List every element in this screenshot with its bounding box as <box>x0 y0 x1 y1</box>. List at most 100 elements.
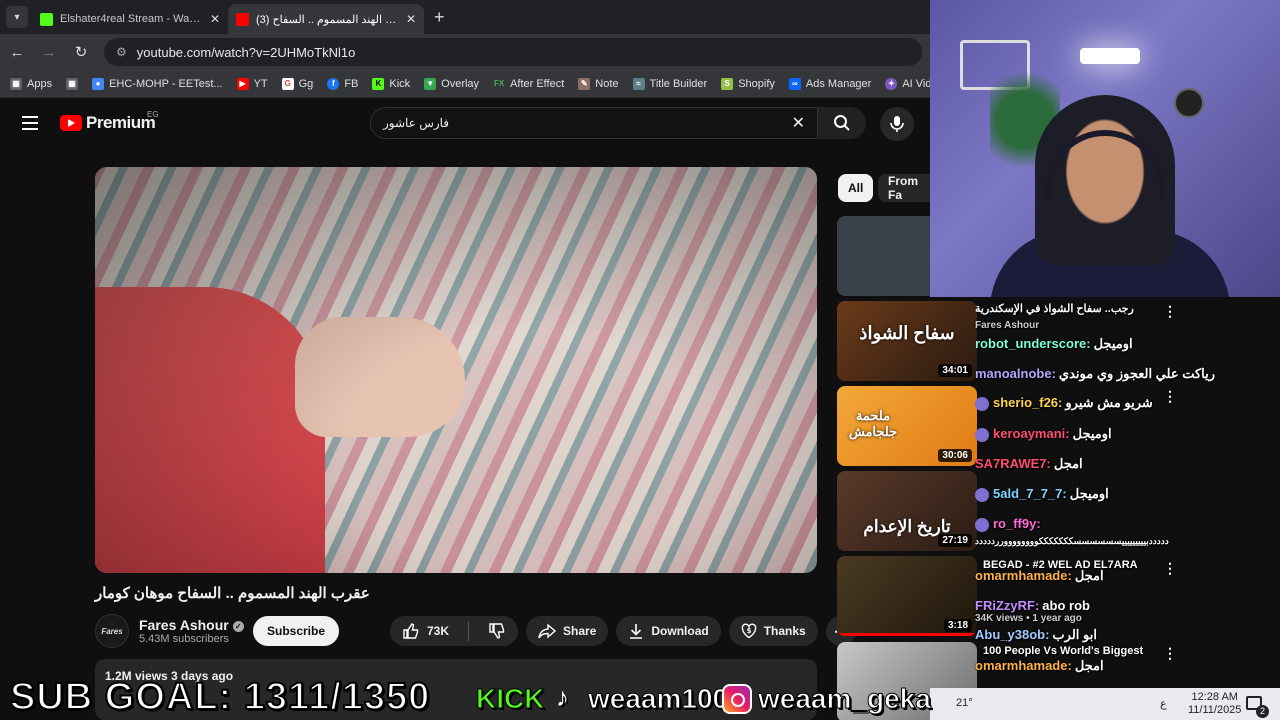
bookmark-title-builder[interactable]: ≈ Title Builder <box>632 77 707 90</box>
clear-search-icon[interactable]: ✕ <box>792 113 805 133</box>
bookmark-fb[interactable]: f FB <box>327 77 358 90</box>
bookmark-kick[interactable]: K Kick <box>372 77 410 90</box>
back-arrow-icon[interactable]: ← <box>8 44 26 61</box>
video-player[interactable] <box>95 167 817 573</box>
video-vignette <box>95 167 817 573</box>
chat-text: امجل <box>1074 568 1104 583</box>
url-bar[interactable]: ⚙ youtube.com/watch?v=2UHMoTkNl1o <box>104 38 922 66</box>
more-options-icon[interactable]: ⋮ <box>1163 560 1177 577</box>
youtube-favicon-icon <box>236 12 249 26</box>
subscribe-button[interactable]: Subscribe <box>253 616 340 646</box>
bookmark-label: Gg <box>298 77 314 90</box>
weather-temperature[interactable]: 21° <box>956 697 973 709</box>
recommended-thumbnail[interactable]: 3:18 <box>837 556 977 636</box>
clock[interactable]: 12:28 AM 11/11/2025 <box>1188 691 1241 717</box>
like-button[interactable]: 73K <box>390 616 461 646</box>
bookmark-note[interactable]: ✎ Note <box>578 77 619 90</box>
chat-user: ro_ff9y: <box>993 516 1041 531</box>
new-tab-icon[interactable]: + <box>434 7 445 28</box>
fx-icon: FX <box>493 79 505 88</box>
tiktok-handle: weaam100 <box>587 683 729 715</box>
browser-tab-bar: ▾ Elshater4real Stream - Watch Li ✕ (3) … <box>0 0 930 34</box>
search-button[interactable] <box>818 107 866 139</box>
svg-text:$: $ <box>746 627 751 635</box>
chat-text: abo rob <box>1042 598 1090 613</box>
chat-message: FRiZzyRF: abo rob <box>975 598 1090 613</box>
reload-icon[interactable]: ↻ <box>72 43 90 61</box>
language-indicator[interactable]: ع <box>1160 697 1167 710</box>
more-options-icon[interactable]: ⋮ <box>1163 645 1177 662</box>
site-info-icon[interactable]: ⚙ <box>116 45 127 59</box>
share-icon <box>538 623 557 639</box>
bookmark-ads-manager[interactable]: ∞ Ads Manager <box>788 77 871 90</box>
forward-arrow-icon[interactable]: → <box>40 44 58 61</box>
chat-text: اوميجل <box>1093 336 1133 351</box>
instagram-handle: weaam_geka <box>758 683 932 715</box>
bookmark-after-effect[interactable]: FX After Effect <box>493 78 564 90</box>
video-title-text: عقرب الهند المسموم .. السفاح موهان كومار <box>95 585 370 602</box>
download-label: Download <box>651 624 709 638</box>
chat-user: omarmhamade: <box>975 658 1072 673</box>
video-duration: 27:19 <box>938 534 972 547</box>
tab-title: Elshater4real Stream - Watch Li <box>60 13 203 25</box>
download-button[interactable]: Download <box>616 616 721 646</box>
channel-avatar[interactable]: Fares <box>95 614 129 648</box>
search-icon <box>834 115 850 131</box>
close-tab-icon[interactable]: ✕ <box>406 12 416 26</box>
voice-search-button[interactable] <box>880 107 914 141</box>
chat-message: 34K views • 1 year ago <box>975 613 1082 624</box>
chat-text: اوميجل <box>1069 486 1109 501</box>
chat-text: رياكت علي العجوز وي موندي <box>1058 366 1216 381</box>
more-options-icon[interactable]: ⋮ <box>1163 303 1177 320</box>
bookmark-label: Overlay <box>441 77 480 90</box>
globe-icon: ● <box>92 77 105 90</box>
shopify-icon: S <box>721 77 734 90</box>
chat-avatar <box>975 517 989 532</box>
overlay-icon: ▼ <box>424 77 437 90</box>
tab-search-icon[interactable]: ▾ <box>6 6 28 28</box>
bookmark-yt[interactable]: ▶ YT <box>236 77 268 90</box>
bookmark-grid[interactable]: ▦ <box>66 77 79 90</box>
thanks-button[interactable]: $ Thanks <box>728 616 818 646</box>
bookmark-overlay[interactable]: ▼ Overlay <box>424 77 480 90</box>
dislike-button[interactable] <box>476 616 518 646</box>
chat-avatar <box>975 487 989 502</box>
bookmark-label: Shopify <box>738 77 775 90</box>
chip-from-channel[interactable]: From Fa <box>878 174 938 202</box>
chat-user: SA7RAWE7: <box>975 456 1051 471</box>
chip-all[interactable]: All <box>838 174 874 202</box>
bookmark-ai-video[interactable]: ✦ AI Video <box>885 77 930 90</box>
thanks-heart-icon: $ <box>741 623 756 639</box>
video-actions: 73K Share Download $ Thanks ⋯ <box>390 616 856 646</box>
tab-youtube-video[interactable]: (3) عقرب الهند المسموم .. السفاح ✕ <box>228 4 424 34</box>
more-options-icon[interactable]: ⋮ <box>1163 388 1177 405</box>
sub-goal-counter: SUB GOAL: 1311/1350 <box>9 675 431 719</box>
bookmark-shopify[interactable]: S Shopify <box>721 77 775 90</box>
download-icon <box>630 624 643 639</box>
webcam-overlay <box>930 0 1280 297</box>
bookmark-label: EHC-MOHP - EETest... <box>109 77 223 90</box>
bookmark-label: Note <box>595 77 619 90</box>
grid-icon: ▦ <box>66 77 79 90</box>
bookmark-gg[interactable]: G Gg <box>281 77 314 90</box>
menu-icon[interactable] <box>22 116 38 134</box>
bookmark-apps[interactable]: ▦ Apps <box>10 77 52 90</box>
kick-favicon-icon <box>40 12 53 26</box>
chat-message: omarmhamade: امجل <box>975 568 1104 584</box>
youtube-premium-logo[interactable]: Premium EG <box>60 110 159 133</box>
chat-user: FRiZzyRF: <box>975 598 1040 613</box>
bookmark-ehc[interactable]: ● EHC-MOHP - EETest... <box>92 77 223 90</box>
chat-text: 34K views • 1 year ago <box>975 613 1082 624</box>
tab-kick-stream[interactable]: Elshater4real Stream - Watch Li ✕ <box>32 4 228 34</box>
recommended-thumbnail[interactable]: ملحمة جلجامش 30:06 <box>837 386 977 466</box>
search-input[interactable]: فارس عاشور ✕ <box>370 107 818 139</box>
chat-message: keroaymani: اوميجل <box>975 426 1112 442</box>
recommended-thumbnail[interactable]: تاريخ الإعدام 27:19 <box>837 471 977 551</box>
chat-message: 100 People Vs World's Biggest <box>983 645 1143 657</box>
close-tab-icon[interactable]: ✕ <box>210 12 220 26</box>
recommended-thumbnail[interactable]: سفاح الشواذ 34:01 <box>837 301 977 381</box>
notification-badge: 2 <box>1256 705 1269 718</box>
chat-message: manoalnobe: رياكت علي العجوز وي موندي <box>975 366 1215 382</box>
channel-name[interactable]: Fares Ashour ✓ <box>139 617 244 633</box>
share-button[interactable]: Share <box>526 616 609 646</box>
